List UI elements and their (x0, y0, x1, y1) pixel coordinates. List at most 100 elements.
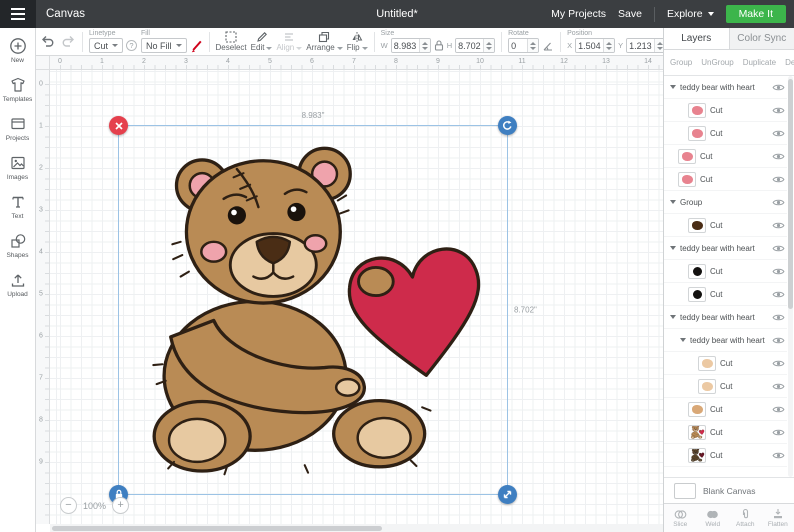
delete-button[interactable]: Delete (785, 58, 794, 67)
width-value[interactable] (391, 39, 419, 52)
visibility-eye-icon[interactable] (772, 382, 785, 391)
visibility-eye-icon[interactable] (772, 359, 785, 368)
save-link[interactable]: Save (618, 8, 642, 20)
width-input[interactable] (390, 38, 431, 53)
layer-group-row[interactable]: teddy bear with heart (664, 329, 787, 352)
layer-row[interactable]: Cut (664, 352, 787, 375)
layer-row[interactable]: Cut (664, 214, 787, 237)
weld-button[interactable]: Weld (697, 504, 730, 532)
resize-selection-handle[interactable] (498, 485, 517, 504)
visibility-eye-icon[interactable] (772, 267, 785, 276)
slice-button[interactable]: Slice (664, 504, 697, 532)
layer-row[interactable]: Cut (664, 283, 787, 306)
align-dropdown[interactable]: Align (276, 31, 303, 52)
layer-group-row[interactable]: teddy bear with heart (664, 76, 787, 99)
zoom-in-button[interactable]: + (112, 497, 130, 514)
tab-layers[interactable]: Layers (664, 28, 730, 49)
position-y-input[interactable] (626, 38, 663, 53)
layer-group-row[interactable]: Group (664, 191, 787, 214)
arrange-dropdown[interactable]: Arrange (306, 31, 343, 52)
visibility-eye-icon[interactable] (772, 290, 785, 299)
visibility-eye-icon[interactable] (772, 198, 785, 207)
layer-group-row[interactable]: teddy bear with heart (664, 237, 787, 260)
canvas-menu-label[interactable]: Canvas (46, 8, 85, 20)
group-button[interactable]: Group (670, 58, 692, 67)
my-projects-link[interactable]: My Projects (551, 8, 606, 20)
explore-dropdown[interactable]: Explore (667, 8, 714, 20)
sidebar-item-shapes[interactable]: Shapes (0, 232, 35, 259)
layer-row[interactable]: Cut (664, 444, 787, 467)
fill-select[interactable]: No Fill (141, 38, 187, 53)
visibility-eye-icon[interactable] (772, 106, 785, 115)
help-button[interactable]: ? (126, 40, 138, 51)
horizontal-scrollbar[interactable] (50, 524, 663, 532)
edit-dropdown[interactable]: Edit (251, 31, 273, 52)
redo-button[interactable] (61, 35, 76, 48)
layer-row[interactable]: Cut (664, 99, 787, 122)
visibility-eye-icon[interactable] (772, 83, 785, 92)
linetype-select[interactable]: Cut (89, 38, 124, 53)
height-stepper[interactable] (483, 39, 495, 52)
rotate-stepper[interactable] (527, 39, 539, 52)
visibility-eye-icon[interactable] (772, 313, 785, 322)
sidebar-item-new[interactable]: New (0, 37, 35, 64)
layers-scrollbar[interactable] (788, 76, 793, 477)
x-stepper[interactable] (603, 39, 615, 52)
canvas-grid[interactable]: 8.983" 8.702" − 100% + (50, 70, 663, 524)
visibility-eye-icon[interactable] (772, 175, 785, 184)
visibility-eye-icon[interactable] (772, 152, 785, 161)
layer-row[interactable]: Cut (664, 168, 787, 191)
undo-button[interactable] (40, 35, 55, 48)
chevron-down-icon[interactable] (670, 315, 676, 319)
chevron-down-icon[interactable] (680, 338, 686, 342)
rotate-selection-handle[interactable] (498, 116, 517, 135)
visibility-eye-icon[interactable] (772, 336, 785, 345)
duplicate-button[interactable]: Duplicate (743, 58, 776, 67)
y-stepper[interactable] (654, 39, 663, 52)
layer-row[interactable]: Cut (664, 145, 787, 168)
visibility-eye-icon[interactable] (772, 221, 785, 230)
height-value[interactable] (456, 39, 484, 52)
visibility-eye-icon[interactable] (772, 428, 785, 437)
flatten-button[interactable]: Flatten (762, 504, 794, 532)
tab-color-sync[interactable]: Color Sync (730, 28, 794, 49)
chevron-down-icon[interactable] (670, 200, 676, 204)
layer-row[interactable]: Cut (664, 375, 787, 398)
blank-canvas-row[interactable]: Blank Canvas (664, 477, 794, 503)
layer-row[interactable]: Cut (664, 122, 787, 145)
sidebar-item-images[interactable]: Images (0, 154, 35, 181)
zoom-out-button[interactable]: − (60, 497, 77, 514)
visibility-eye-icon[interactable] (772, 129, 785, 138)
layer-row[interactable]: Cut (664, 260, 787, 283)
visibility-eye-icon[interactable] (772, 451, 785, 460)
lock-aspect-icon[interactable] (434, 40, 444, 51)
visibility-eye-icon[interactable] (772, 405, 785, 414)
rotate-input[interactable] (508, 38, 540, 53)
make-it-button[interactable]: Make It (725, 5, 786, 23)
selection-box[interactable]: 8.983" 8.702" (109, 111, 537, 504)
deselect-button[interactable]: Deselect (216, 31, 247, 52)
rotate-value[interactable] (509, 39, 528, 52)
position-x-input[interactable] (575, 38, 616, 53)
layer-group-row[interactable]: teddy bear with heart (664, 306, 787, 329)
horizontal-scrollbar-thumb[interactable] (52, 525, 382, 531)
layer-row[interactable]: Cut (664, 398, 787, 421)
height-input[interactable] (455, 38, 496, 53)
attach-button[interactable]: Attach (729, 504, 762, 532)
layers-scrollbar-thumb[interactable] (788, 79, 793, 309)
sidebar-item-templates[interactable]: Templates (0, 76, 35, 103)
visibility-eye-icon[interactable] (772, 244, 785, 253)
delete-selection-handle[interactable] (109, 116, 128, 135)
flip-dropdown[interactable]: Flip (347, 31, 368, 52)
width-stepper[interactable] (418, 39, 430, 52)
position-y-value[interactable] (627, 39, 655, 52)
teddy-bear-with-heart-artwork[interactable] (131, 134, 495, 482)
chevron-down-icon[interactable] (670, 246, 676, 250)
sidebar-item-upload[interactable]: Upload (0, 271, 35, 298)
sidebar-item-projects[interactable]: Projects (0, 115, 35, 142)
ungroup-button[interactable]: UnGroup (701, 58, 733, 67)
layer-row[interactable]: Cut (664, 421, 787, 444)
chevron-down-icon[interactable] (670, 85, 676, 89)
sidebar-item-text[interactable]: Text (0, 193, 35, 220)
position-x-value[interactable] (576, 39, 604, 52)
